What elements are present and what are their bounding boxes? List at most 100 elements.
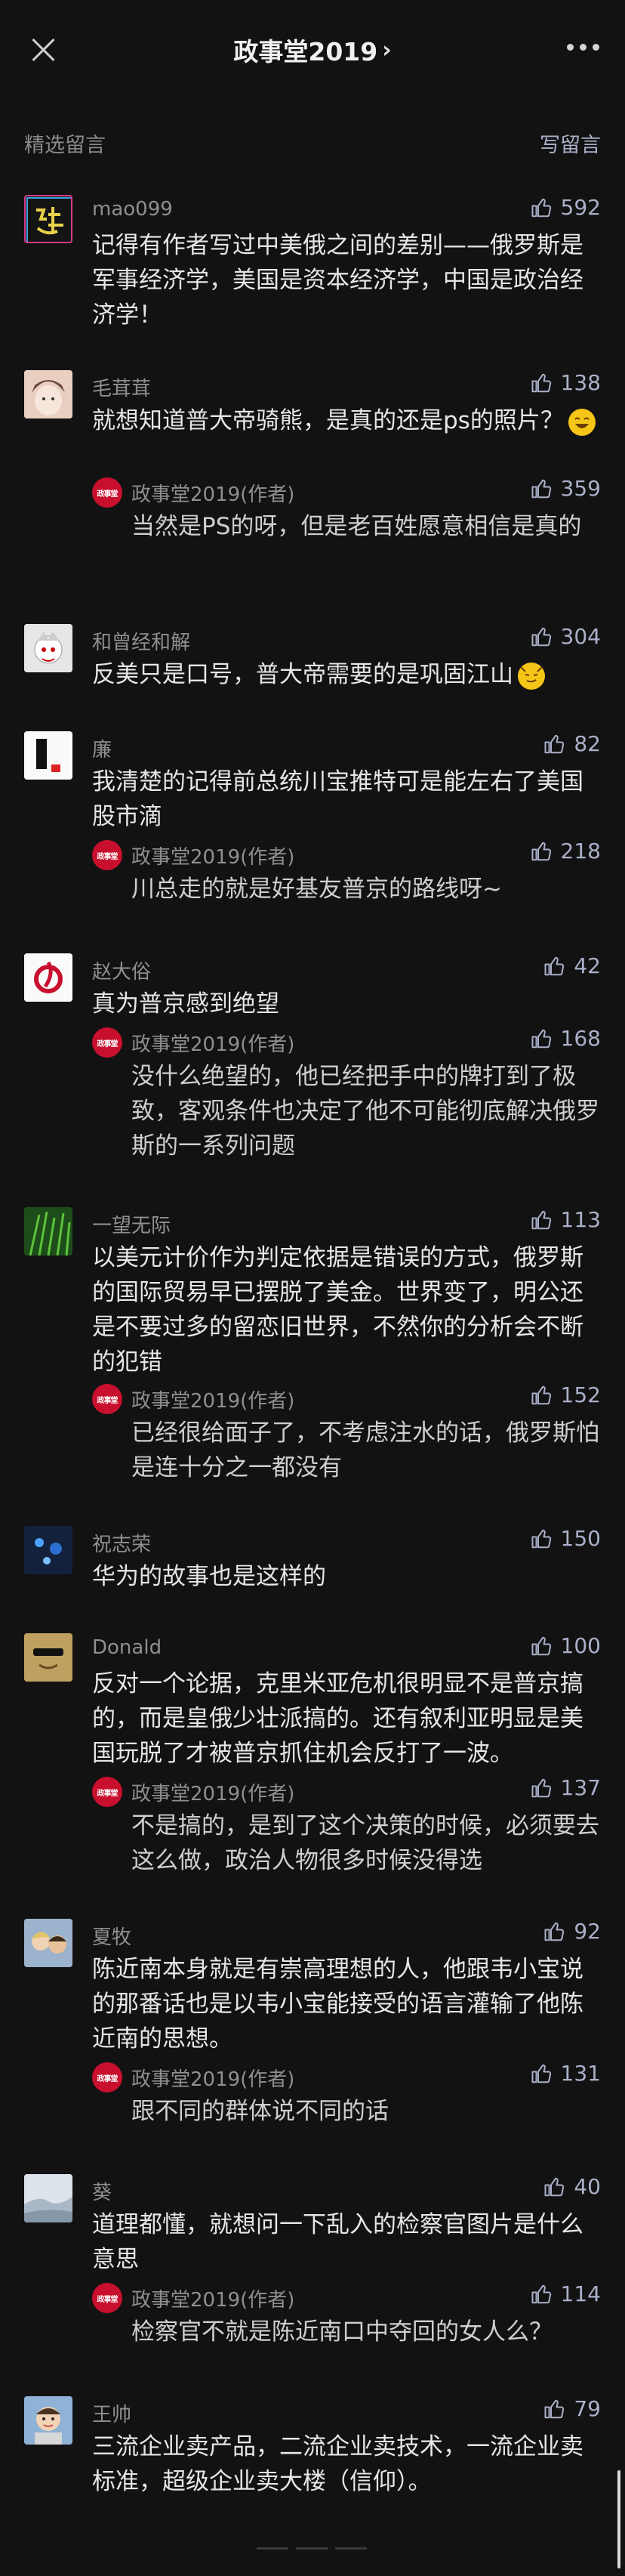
like-button[interactable]: 92 — [543, 1919, 601, 1944]
like-count: 592 — [560, 195, 601, 220]
like-count: 137 — [560, 1775, 601, 1800]
thumbs-up-icon — [531, 1210, 551, 1229]
like-button[interactable]: 137 — [531, 1775, 601, 1800]
reply-text: 当然是PS的呀，但是老百姓愿意相信是真的 — [131, 513, 582, 540]
comment-author: 祝志荣 — [92, 1534, 152, 1556]
thumbs-up-icon — [531, 1029, 551, 1048]
comment-text: 以美元计价作为判定依据是错误的方式，俄罗斯的国际贸易早已摆脱了美金。世界变了，明… — [92, 1244, 583, 1376]
featured-comments-label: 精选留言 — [24, 134, 106, 157]
like-button[interactable]: 42 — [543, 953, 601, 978]
like-count: 150 — [560, 1526, 601, 1551]
thumbs-up-icon — [531, 479, 551, 498]
like-button[interactable]: 218 — [531, 839, 601, 863]
reply-text: 已经很给面子了，不考虑注水的话，俄罗斯怕是连十分之一都没有 — [131, 1419, 599, 1481]
reply-author: 政事堂2019(作者) — [131, 1783, 295, 1805]
comment-author: mao099 — [92, 198, 173, 221]
account-title[interactable]: 政事堂2019 › — [233, 32, 391, 68]
thumbs-up-icon — [531, 2284, 551, 2303]
author-avatar[interactable]: 政事堂 — [92, 2062, 122, 2093]
like-count: 304 — [560, 624, 601, 649]
like-button[interactable]: 150 — [531, 1526, 601, 1551]
more-options-icon[interactable] — [567, 44, 599, 51]
author-avatar[interactable]: 政事堂 — [92, 1384, 122, 1414]
avatar[interactable] — [24, 1207, 72, 1256]
avatar[interactable] — [24, 953, 72, 1002]
like-button[interactable]: 100 — [531, 1633, 601, 1658]
thumbs-up-icon — [531, 627, 551, 646]
like-button[interactable]: 304 — [531, 624, 601, 649]
write-comment-link[interactable]: 写留言 — [540, 128, 601, 158]
like-count: 359 — [560, 476, 601, 501]
like-button[interactable]: 168 — [531, 1026, 601, 1051]
comment-author: 葵 — [92, 2182, 112, 2204]
comment-text: 记得有作者写过中美俄之间的差别——俄罗斯是军事经济学，美国是资本经济学，中国是政… — [92, 232, 583, 329]
comment-text: 真为普京感到绝望 — [92, 990, 279, 1018]
like-button[interactable]: 114 — [531, 2281, 601, 2306]
author-avatar[interactable]: 政事堂 — [92, 2283, 122, 2313]
thumbs-up-icon — [531, 373, 551, 392]
avatar[interactable] — [24, 731, 72, 780]
like-button[interactable]: 592 — [531, 195, 601, 220]
comment-author: 夏牧 — [92, 1926, 132, 1949]
like-button[interactable]: 131 — [531, 2061, 601, 2086]
avatar[interactable] — [24, 195, 72, 243]
like-count: 138 — [560, 370, 601, 395]
comment-author: 毛茸茸 — [92, 378, 152, 400]
comment-text: 我清楚的记得前总统川宝推特可是能左右了美国股市滴 — [92, 768, 583, 830]
reply-author: 政事堂2019(作者) — [131, 2289, 295, 2312]
avatar[interactable] — [24, 1919, 72, 1967]
author-avatar[interactable]: 政事堂 — [92, 840, 122, 870]
comment-text: 就想知道普大帝骑熊，是真的还是ps的照片？ — [92, 403, 601, 438]
thumbs-up-icon — [531, 198, 551, 217]
thumbs-up-icon — [544, 734, 565, 753]
navigation-bar: 政事堂2019 › — [0, 0, 625, 100]
like-count: 100 — [560, 1633, 601, 1658]
avatar[interactable] — [24, 1526, 72, 1574]
like-count: 82 — [574, 731, 601, 756]
like-button[interactable]: 40 — [543, 2174, 601, 2199]
avatar[interactable] — [24, 2396, 72, 2445]
like-button[interactable]: 113 — [531, 1207, 601, 1232]
like-count: 113 — [560, 1207, 601, 1232]
like-count: 218 — [560, 839, 601, 863]
comment-text: 陈近南本身就是有崇高理想的人，他跟韦小宝说的那番话也是以韦小宝能接受的语言灌输了… — [92, 1956, 583, 2052]
reply-text: 川总走的就是好基友普京的路线呀~ — [131, 876, 502, 903]
close-icon[interactable] — [27, 33, 60, 66]
comment-text: 反美只是口号，普大帝需要的是巩固江山 — [92, 657, 601, 692]
comment-text: 华为的故事也是这样的 — [92, 1563, 326, 1590]
thumbs-up-icon — [531, 1385, 551, 1404]
avatar[interactable] — [24, 624, 72, 672]
reply-text: 不是搞的，是到了这个决策的时候，必须要去这么做，政治人物很多时候没得选 — [131, 1812, 599, 1874]
author-avatar[interactable]: 政事堂 — [92, 477, 122, 508]
like-button[interactable]: 152 — [531, 1382, 601, 1407]
thumbs-up-icon — [544, 956, 565, 975]
smirk-emoji-icon — [518, 662, 545, 690]
comment-author: 廉 — [92, 739, 112, 761]
thumbs-up-icon — [544, 2399, 565, 2418]
author-avatar[interactable]: 政事堂 — [92, 1777, 122, 1807]
like-button[interactable]: 138 — [531, 370, 601, 395]
author-avatar[interactable]: 政事堂 — [92, 1027, 122, 1058]
like-button[interactable]: 359 — [531, 476, 601, 501]
like-count: 92 — [574, 1919, 601, 1944]
account-name: 政事堂2019 — [233, 37, 378, 66]
like-count: 131 — [560, 2061, 601, 2086]
reply-author: 政事堂2019(作者) — [131, 483, 295, 506]
like-count: 114 — [560, 2281, 601, 2306]
scrollbar[interactable] — [617, 2470, 620, 2568]
comment-author: Donald — [92, 1636, 162, 1659]
avatar[interactable] — [24, 370, 72, 419]
comment-text-content: 反美只是口号，普大帝需要的是巩固江山 — [92, 661, 513, 688]
reply-author: 政事堂2019(作者) — [131, 1390, 295, 1413]
comment-author: 王帅 — [92, 2404, 132, 2426]
avatar[interactable] — [24, 2174, 72, 2222]
reply-text: 检察官不就是陈近南口中夺回的女人么？ — [131, 2318, 553, 2346]
avatar[interactable] — [24, 1633, 72, 1682]
reply-author: 政事堂2019(作者) — [131, 846, 295, 869]
like-count: 79 — [574, 2396, 601, 2421]
thumbs-up-icon — [531, 1529, 551, 1548]
like-count: 42 — [574, 953, 601, 978]
like-button[interactable]: 79 — [543, 2396, 601, 2421]
like-button[interactable]: 82 — [543, 731, 601, 756]
reply-author: 政事堂2019(作者) — [131, 2068, 295, 2091]
